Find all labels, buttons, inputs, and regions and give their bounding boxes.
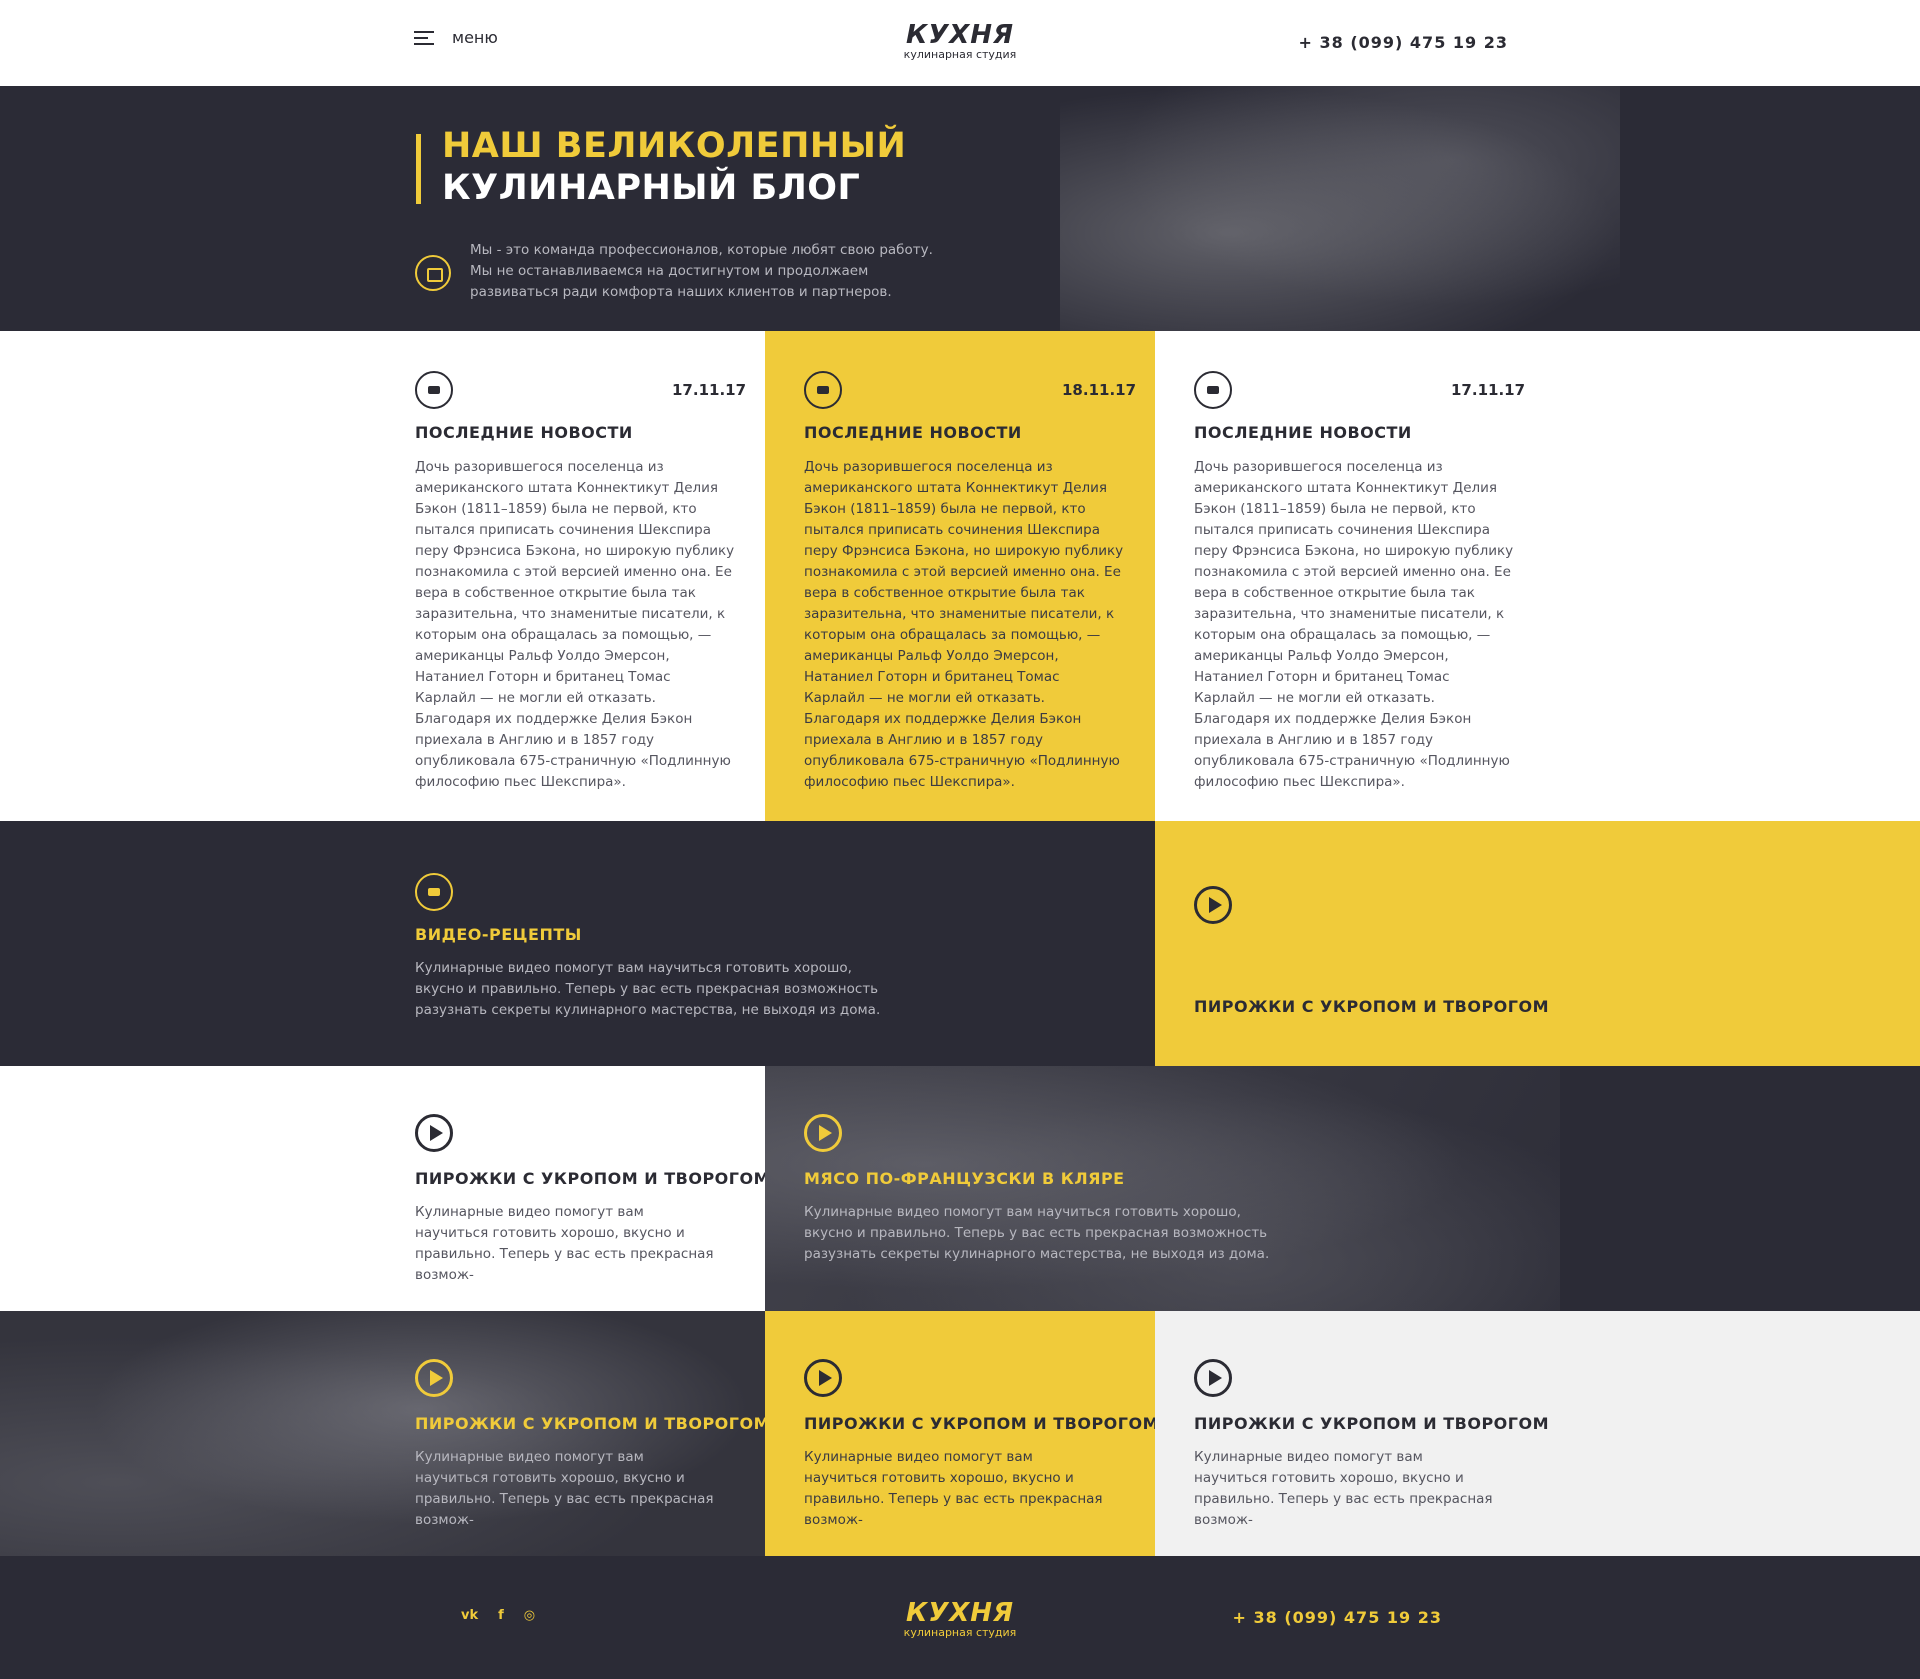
video-card[interactable]: МЯСО ПО-ФРАНЦУЗСКИ В КЛЯРЕ Кулинарные ви… [765, 1066, 1920, 1311]
camera-icon [804, 371, 842, 409]
facebook-icon[interactable]: f [498, 1608, 504, 1623]
video-card-text: Кулинарные видео помогут вам научиться г… [804, 1204, 1270, 1262]
logo-subtitle: кулинарная студия [903, 48, 1017, 61]
play-icon[interactable] [804, 1359, 842, 1397]
play-icon[interactable] [1194, 886, 1232, 924]
video-card-text: Кулинарные видео помогут вам научиться г… [804, 1449, 1103, 1528]
video-card-text: Кулинарные видео помогут вам научиться г… [415, 1449, 714, 1528]
video-card-title[interactable]: ПИРОЖКИ С УКРОПОМ И ТВОРОГОМ [415, 1414, 765, 1433]
video-card-title[interactable]: ПИРОЖКИ С УКРОПОМ И ТВОРОГОМ [415, 1169, 770, 1188]
footer-phone[interactable]: + 38 (099) 475 19 23 [1233, 1608, 1442, 1627]
news-text: Дочь разорившегося поселенца из американ… [415, 459, 735, 790]
camera-icon [415, 371, 453, 409]
hero-photo [1060, 86, 1620, 331]
play-icon[interactable] [1194, 1359, 1232, 1397]
hamburger-icon [414, 30, 434, 46]
logo[interactable]: КУХНЯ кулинарная студия [900, 22, 1020, 61]
play-icon[interactable] [415, 1114, 453, 1152]
menu-button[interactable]: меню [414, 28, 498, 47]
video-card-text: Кулинарные видео помогут вам научиться г… [1194, 1449, 1493, 1528]
news-title: ПОСЛЕДНИЕ НОВОСТИ [804, 423, 1022, 442]
video-card[interactable]: ПИРОЖКИ С УКРОПОМ И ТВОРОГОМ [1155, 821, 1920, 1066]
news-text: Дочь разорившегося поселенца из американ… [804, 459, 1124, 790]
video-recipes-section: ВИДЕО-РЕЦЕПТЫ Кулинарные видео помогут в… [0, 821, 1155, 1066]
video-card[interactable]: ПИРОЖКИ С УКРОПОМ И ТВОРОГОМ Кулинарные … [0, 1311, 765, 1556]
news-title: ПОСЛЕДНИЕ НОВОСТИ [415, 423, 633, 442]
news-text: Дочь разорившегося поселенца из американ… [1194, 459, 1514, 790]
header-phone[interactable]: + 38 (099) 475 19 23 [1299, 33, 1508, 52]
hero-title-line1: НАШ ВЕЛИКОЛЕПНЫЙ [442, 126, 907, 166]
video-card[interactable]: ПИРОЖКИ С УКРОПОМ И ТВОРОГОМ Кулинарные … [1155, 1311, 1920, 1556]
news-title: ПОСЛЕДНИЕ НОВОСТИ [1194, 423, 1412, 442]
camera-icon [415, 873, 453, 911]
logo-word: КУХНЯ [905, 20, 1015, 50]
hero-section: НАШ ВЕЛИКОЛЕПНЫЙ КУЛИНАРНЫЙ БЛОГ Мы - эт… [0, 86, 1920, 331]
wallet-icon [415, 255, 451, 291]
vk-icon[interactable]: vk [461, 1608, 478, 1623]
social-links: vk f ◎ [461, 1608, 535, 1623]
video-recipes-title: ВИДЕО-РЕЦЕПТЫ [415, 925, 582, 944]
footer-logo[interactable]: КУХНЯ кулинарная студия [900, 1600, 1020, 1639]
site-header: меню КУХНЯ кулинарная студия + 38 (099) … [0, 0, 1920, 86]
camera-icon [1194, 371, 1232, 409]
instagram-icon[interactable]: ◎ [524, 1608, 535, 1623]
video-card-title[interactable]: ПИРОЖКИ С УКРОПОМ И ТВОРОГОМ [804, 1414, 1159, 1433]
news-date: 18.11.17 [1062, 381, 1137, 399]
news-date: 17.11.17 [672, 381, 747, 399]
video-card-title[interactable]: ПИРОЖКИ С УКРОПОМ И ТВОРОГОМ [1194, 997, 1549, 1016]
play-icon[interactable] [415, 1359, 453, 1397]
news-card[interactable]: 17.11.17 ПОСЛЕДНИЕ НОВОСТИ Дочь разоривш… [415, 331, 805, 821]
hero-title-line2: КУЛИНАРНЫЙ БЛОГ [442, 168, 861, 208]
site-footer: vk f ◎ КУХНЯ кулинарная студия + 38 (099… [0, 1556, 1920, 1679]
hero-accent-bar [416, 134, 421, 204]
video-card-title[interactable]: МЯСО ПО-ФРАНЦУЗСКИ В КЛЯРЕ [804, 1169, 1125, 1188]
meat-photo [765, 1066, 1560, 1311]
video-card-title[interactable]: ПИРОЖКИ С УКРОПОМ И ТВОРОГОМ [1194, 1414, 1549, 1433]
news-card[interactable]: 18.11.17 ПОСЛЕДНИЕ НОВОСТИ Дочь разоривш… [765, 331, 1155, 821]
menu-label: меню [452, 28, 498, 47]
logo-subtitle: кулинарная студия [903, 1626, 1017, 1639]
news-card[interactable]: 17.11.17 ПОСЛЕДНИЕ НОВОСТИ Дочь разоривш… [1194, 331, 1584, 821]
video-card[interactable]: ПИРОЖКИ С УКРОПОМ И ТВОРОГОМ Кулинарные … [0, 1066, 770, 1311]
news-date: 17.11.17 [1451, 381, 1526, 399]
hero-description: Мы - это команда профессионалов, которые… [470, 242, 933, 300]
play-icon[interactable] [804, 1114, 842, 1152]
video-card-text: Кулинарные видео помогут вам научиться г… [415, 1204, 714, 1283]
logo-word: КУХНЯ [905, 1598, 1015, 1628]
video-card[interactable]: ПИРОЖКИ С УКРОПОМ И ТВОРОГОМ Кулинарные … [765, 1311, 1159, 1556]
video-recipes-text: Кулинарные видео помогут вам научиться г… [415, 960, 881, 1018]
